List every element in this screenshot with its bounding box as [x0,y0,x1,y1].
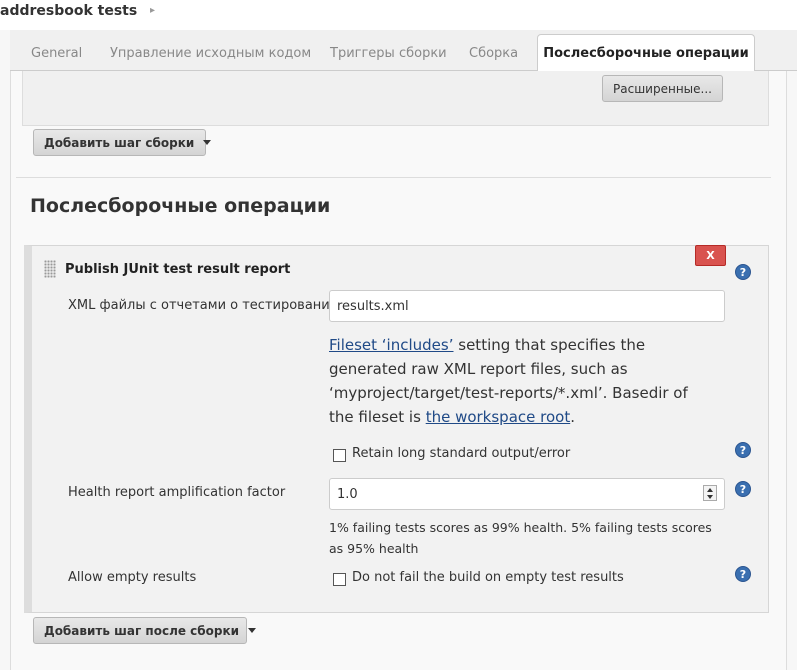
help-icon[interactable]: ? [735,442,751,458]
help-icon[interactable]: ? [735,566,751,582]
add-post-build-step-button[interactable]: Добавить шаг после сборки [33,617,257,644]
add-build-step-button[interactable]: Добавить шаг сборки [33,129,212,156]
dropdown-caret-icon [248,628,257,633]
advanced-button[interactable]: Расширенные... [602,75,723,102]
tab-build[interactable]: Сборка [469,46,518,61]
breadcrumb: addresbook tests ▸ [0,0,797,30]
health-factor-input[interactable]: 1.0 [329,478,725,510]
dropdown-caret-icon [203,140,212,145]
health-factor-hint: 1% failing tests scores as 99% health. 5… [329,520,712,556]
spinner-up-icon[interactable] [707,488,713,492]
number-spinner[interactable] [703,485,717,501]
description-end: . [570,408,575,426]
section-divider [16,177,771,178]
breadcrumb-arrow-icon[interactable]: ▸ [150,5,155,16]
fileset-includes-link[interactable]: Fileset ‘includes’ [329,336,454,354]
tab-scm[interactable]: Управление исходным кодом [110,46,311,61]
post-build-heading: Послесборочные операции [30,195,331,217]
tab-build-triggers[interactable]: Триггеры сборки [330,46,447,61]
config-tab-bar: General Управление исходным кодом Тригге… [10,30,797,72]
drag-handle-icon[interactable] [44,260,56,278]
workspace-root-link[interactable]: the workspace root [426,408,571,426]
delete-publisher-button[interactable]: X [695,245,726,266]
retain-output-checkbox[interactable] [333,449,346,462]
tab-general[interactable]: General [31,46,82,61]
xml-files-input[interactable]: results.xml [329,290,725,322]
allow-empty-checkbox[interactable] [333,573,346,586]
publisher-title: Publish JUnit test result report [65,262,291,277]
add-post-build-step-label: Добавить шаг после сборки [44,623,240,638]
job-title-link[interactable]: addresbook tests [0,3,137,19]
spinner-down-icon[interactable] [707,495,713,499]
xml-files-description: Fileset ‘includes’ setting that specifie… [329,333,709,429]
allow-empty-label: Allow empty results [68,570,197,585]
xml-files-label: XML файлы с отчетами о тестировании [68,298,339,313]
help-icon[interactable]: ? [735,264,751,280]
retain-output-label: Retain long standard output/error [352,446,571,461]
add-build-step-label: Добавить шаг сборки [44,135,195,150]
tab-post-build[interactable]: Послесборочные операции [537,34,755,72]
help-icon[interactable]: ? [735,481,751,497]
allow-empty-checkbox-label: Do not fail the build on empty test resu… [352,570,624,585]
health-factor-label: Health report amplification factor [68,485,286,500]
